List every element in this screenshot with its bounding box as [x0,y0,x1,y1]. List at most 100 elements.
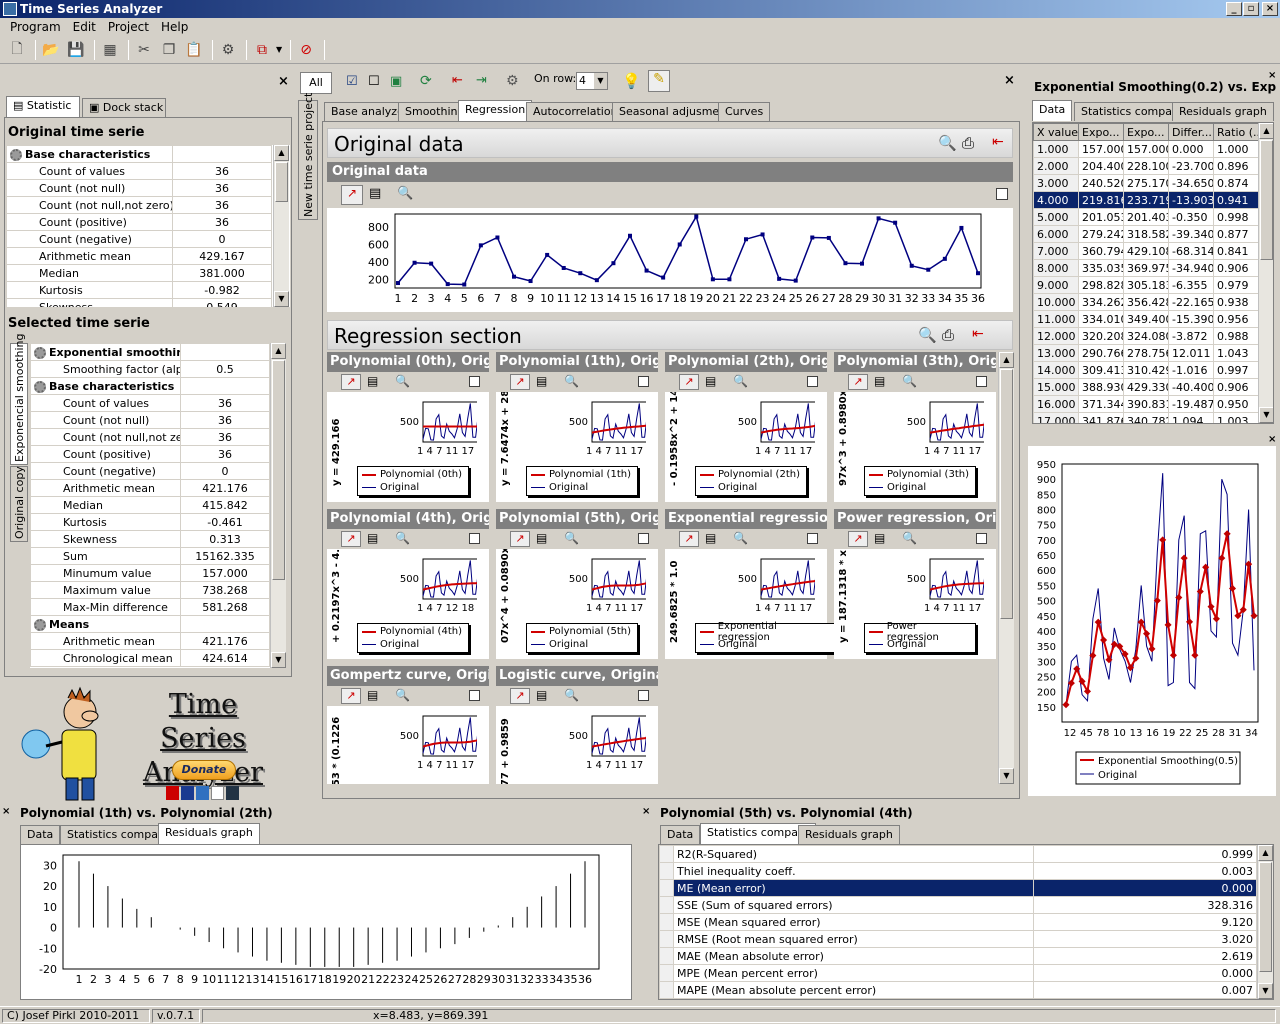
data-view-icon[interactable]: ▤ [874,374,885,388]
zoom-icon[interactable]: 🔍 [918,326,937,344]
add-row-icon[interactable]: ⇥ [476,73,487,88]
column-header[interactable]: X value [1033,123,1079,141]
collapse-icon[interactable]: ⇤ [972,326,984,342]
highlight-brush-icon[interactable]: ✎ [648,70,670,92]
stat-row[interactable]: Chronological mean 424.614 [30,649,270,667]
chart-view-icon[interactable]: ↗ [510,688,530,704]
scroll-down-arrow[interactable]: ▼ [274,291,289,307]
column-header[interactable]: Differ... [1168,123,1214,141]
stat-row[interactable]: Count (not null) 36 [30,411,270,429]
group-row[interactable]: Base characteristics [6,145,272,163]
regression-card[interactable]: Polynomial (0th), Original ↗ ▤ 🔍 y = 429.166… [327,352,489,502]
regression-card[interactable]: Polynomial (2th), Original ↗ ▤ 🔍 - 0.1958x^2… [665,352,827,502]
tab-curves[interactable]: Curves [718,102,771,121]
chart-view-icon[interactable]: ↗ [848,531,868,547]
right-data-grid[interactable]: X valueExpo...Expo...Differ...Ratio (...… [1032,122,1274,424]
regression-card[interactable]: Gompertz curve, Original ↗ ▤ 🔍 2953 * (0.122… [327,666,489,784]
table-row[interactable]: Thiel inequality coeff. 0.003 [659,862,1257,880]
right-grid-scrollbar[interactable]: ▲ ▼ [1258,123,1273,423]
side-tab-original-copy[interactable]: Original copy [10,466,28,542]
select-checkbox[interactable] [807,376,818,387]
select-checkbox[interactable] [638,690,649,701]
zoom-icon[interactable]: 🔍 [902,374,917,388]
table-row[interactable]: 16.000 371.344 390.831 -19.487 0.950 [1033,395,1259,413]
table-row[interactable]: ME (Mean error) 0.000 [659,879,1257,897]
scroll-up-arrow[interactable]: ▲ [1259,123,1273,139]
scroll-up-arrow[interactable]: ▲ [1258,845,1273,861]
data-view-icon[interactable]: ▤ [367,374,378,388]
stat-row[interactable]: Max-Min difference 581.268 [30,598,270,616]
table-row[interactable]: 14.000 309.413 310.429 -1.016 0.997 [1033,361,1259,379]
paste-icon[interactable]: 📋 [183,39,205,61]
new-file-icon[interactable]: 🗋 [6,39,28,61]
table-icon[interactable]: ▦ [99,39,121,61]
stat-row[interactable]: Arithmetic mean 429.167 [6,247,272,265]
scroll-thumb[interactable] [1000,369,1013,619]
open-folder-icon[interactable]: 📂 [40,39,62,61]
scroll-up-arrow[interactable]: ▲ [999,352,1014,368]
table-row[interactable]: 1.000 157.000 157.000 0.000 1.000 [1033,140,1259,158]
scroll-down-arrow[interactable]: ▼ [999,768,1014,784]
group-row[interactable]: Exponential smoothing [30,343,270,361]
stat-row[interactable]: Arithmetic mean 421.176 [30,632,270,650]
scroll-down-arrow[interactable]: ▼ [1258,983,1273,999]
data-view-icon[interactable]: ▤ [367,688,378,702]
regression-card[interactable]: Polynomial (4th), Original ↗ ▤ 🔍 + 0.2197x^3… [327,509,489,659]
stat-row[interactable]: Count of values 36 [30,394,270,412]
zoom-icon[interactable]: 🔍 [938,134,957,152]
zoom-icon[interactable]: 🔍 [564,531,579,545]
original-stats-scrollbar[interactable]: ▲ ▼ [273,145,289,307]
table-row[interactable]: 7.000 360.794 429.108 -68.314 0.841 [1033,242,1259,260]
on-row-select[interactable]: 4 ▼ [576,72,608,90]
table-row[interactable]: 17.000 341.876 340.782 1.094 1.003 [1033,412,1259,423]
table-row[interactable]: 6.000 279.242 318.582 -39.340 0.877 [1033,225,1259,243]
select-checkbox[interactable] [469,533,480,544]
table-row[interactable]: MPE (Mean percent error) 0.000 [659,964,1257,982]
stat-row[interactable]: Count (negative) 0 [6,230,272,248]
chart-view-icon[interactable]: ↗ [510,531,530,547]
table-row[interactable]: 12.000 320.208 324.080 -3.872 0.988 [1033,327,1259,345]
tab-data[interactable]: Data [660,825,701,844]
right-chart-close-icon[interactable]: × [1268,434,1276,445]
data-view-icon[interactable]: ▤ [369,186,381,201]
remove-row-icon[interactable]: ⇤ [452,73,463,88]
regression-card[interactable]: Exponential regression, O ↗ ▤ 🔍 249.6825 * 1… [665,509,835,659]
menu-help[interactable]: Help [155,20,194,34]
table-row[interactable]: 5.000 201.053 201.403 -0.350 0.998 [1033,208,1259,226]
table-row[interactable]: 4.000 219.816 233.719 -13.903 0.941 [1033,191,1259,209]
table-row[interactable]: 15.000 388.930 429.330 -40.400 0.906 [1033,378,1259,396]
uncheck-all-icon[interactable]: ☐ [368,74,380,89]
select-checkbox[interactable] [469,376,480,387]
statistics-compare-grid[interactable]: R2(R-Squared) 0.999 Thiel inequality coeff… [658,844,1274,1000]
data-view-icon[interactable]: ▤ [536,374,547,388]
stat-row[interactable]: Smoothing factor (alpha)0.5 [30,360,270,378]
tab-dock-stack[interactable]: ▣ Dock stack [82,98,166,117]
table-row[interactable]: MAE (Mean absolute error) 2.619 [659,947,1257,965]
stat-row[interactable]: Kurtosis -0.461 [30,513,270,531]
chart-view-icon[interactable]: ↗ [510,374,530,390]
scroll-thumb[interactable] [275,162,288,202]
data-view-icon[interactable]: ▤ [367,531,378,545]
stat-row[interactable]: Count of values 36 [6,162,272,180]
regression-card[interactable]: Power regression, Original ↗ ▤ 🔍 y = 187.131… [834,509,996,659]
print-icon[interactable]: ⎙ [942,326,954,344]
data-view-icon[interactable]: ▤ [536,531,547,545]
stat-row[interactable]: Median 415.842 [30,496,270,514]
stat-row[interactable]: Median 381.000 [6,264,272,282]
scroll-down-arrow[interactable]: ▼ [271,652,286,668]
regression-card[interactable]: Polynomial (3th), Original ↗ ▤ 🔍 97x^3 + 0.8… [834,352,996,502]
selected-stats-scrollbar[interactable]: ▲ ▼ [270,343,286,668]
data-view-icon[interactable]: ▤ [705,531,716,545]
settings-gear-icon[interactable]: ⚙ [217,39,239,61]
bottom-right-close-icon[interactable]: × [642,806,650,817]
select-checkbox[interactable] [638,376,649,387]
stop-icon[interactable]: ⊘ [295,39,317,61]
column-header[interactable]: Expo... [1078,123,1124,141]
regression-scrollbar[interactable]: ▲ ▼ [998,352,1014,784]
chart-view-icon[interactable]: ↗ [341,185,363,205]
side-tab-new-project[interactable]: New time serie project [298,93,318,220]
tab-residuals-graph[interactable]: Residuals graph [798,825,900,844]
select-checkbox[interactable] [976,376,987,387]
tab-regression[interactable]: Regression [458,100,533,121]
table-row[interactable]: 3.000 240.520 275.170 -34.650 0.874 [1033,174,1259,192]
